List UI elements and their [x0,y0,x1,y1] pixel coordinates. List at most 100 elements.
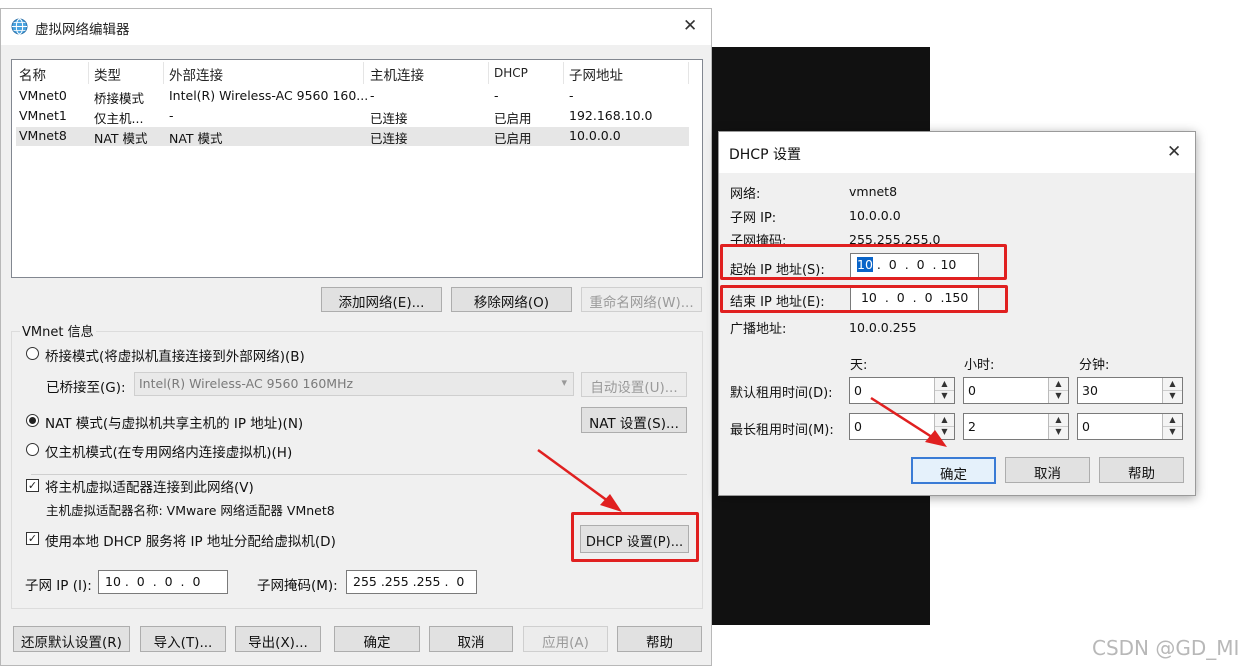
remove-network-button[interactable]: 移除网络(O) [451,287,572,312]
bridged-to-label: 已桥接至(G): [46,380,126,396]
network-label: 网络: [730,187,761,202]
import-button[interactable]: 导入(T)... [140,626,226,652]
row-vmnet0-subnet: - [569,88,574,103]
col-divider [563,62,564,84]
col-header-subnet[interactable]: 子网地址 [569,64,623,84]
spin-value: 0 [1082,419,1090,434]
max-lease-minutes[interactable]: 0 ▲ ▼ [1077,413,1183,440]
subnet-mask-input[interactable]: 255 .255 .255 . 0 [346,570,477,594]
red-arrow-icon [537,448,622,512]
rename-network-button[interactable]: 重命名网络(W)... [581,287,702,312]
bridged-adapter-value: Intel(R) Wireless-AC 9560 160MHz [139,376,354,391]
spin-buttons: ▲ ▼ [1162,414,1182,439]
spin-down-icon[interactable]: ▼ [1163,426,1182,438]
spin-down-icon[interactable]: ▼ [1049,390,1068,402]
virtual-network-editor-window: 虚拟网络编辑器 ✕ 名称 类型 外部连接 主机连接 DHCP 子网地址 VMne… [0,8,712,666]
nat-settings-button[interactable]: NAT 设置(S)... [581,407,687,433]
col-header-dhcp[interactable]: DHCP [494,66,528,80]
default-lease-hours[interactable]: 0 ▲ ▼ [963,377,1069,404]
highlight-box [720,285,1008,313]
watermark: CSDN @GD_MI [1092,636,1240,660]
red-arrow-icon [870,396,947,447]
hours-header: 小时: [964,358,995,373]
restore-defaults-button[interactable]: 还原默认设置(R) [13,626,130,652]
row-vmnet8-name[interactable]: VMnet8 [19,128,67,143]
col-divider [363,62,364,84]
col-header-external[interactable]: 外部连接 [169,64,223,84]
row-vmnet0-type: 桥接模式 [94,91,145,106]
subnet-mask-label: 子网掩码(M): [257,578,338,594]
row-vmnet8-subnet: 10.0.0.0 [569,128,621,143]
network-list[interactable]: 名称 类型 外部连接 主机连接 DHCP 子网地址 VMnet0 桥接模式 In… [11,59,703,278]
row-vmnet8-type: NAT 模式 [94,131,148,146]
title-bar: 虚拟网络编辑器 ✕ [1,9,711,45]
dhcp-cancel-button[interactable]: 取消 [1005,457,1090,483]
dialog-title-bar: DHCP 设置 ✕ [719,132,1195,173]
col-header-name[interactable]: 名称 [19,64,46,84]
col-divider [488,62,489,84]
row-vmnet8-dhcp: 已启用 [494,131,532,146]
auto-settings-button[interactable]: 自动设置(U)... [581,372,687,397]
spin-down-icon[interactable]: ▼ [1049,426,1068,438]
subnet-ip-input[interactable]: 10 . 0 . 0 . 0 [98,570,228,594]
dhcp-settings-dialog: DHCP 设置 ✕ 网络: vmnet8 子网 IP: 10.0.0.0 子网掩… [718,131,1196,496]
spin-value: 0 [854,383,862,398]
dhcp-help-button[interactable]: 帮助 [1099,457,1184,483]
connect-adapter-checkbox[interactable]: ✓ [26,479,39,492]
row-vmnet1-name[interactable]: VMnet1 [19,108,67,123]
spin-value: 2 [968,419,976,434]
row-vmnet8-host: 已连接 [370,131,408,146]
host-only-radio[interactable] [26,443,39,456]
bridge-mode-label[interactable]: 桥接模式(将虚拟机直接连接到外部网络)(B) [45,345,305,365]
use-dhcp-label[interactable]: 使用本地 DHCP 服务将 IP 地址分配给虚拟机(D) [45,530,336,550]
col-divider [163,62,164,84]
row-vmnet1-external: - [169,108,174,123]
export-button[interactable]: 导出(X)... [235,626,321,652]
row-vmnet1-dhcp: 已启用 [494,111,532,126]
days-header: 天: [850,358,868,373]
col-divider [688,62,689,84]
bridged-adapter-select[interactable]: Intel(R) Wireless-AC 9560 160MHz ▾ [134,372,574,396]
add-network-button[interactable]: 添加网络(E)... [321,287,442,312]
row-vmnet1-subnet: 192.168.10.0 [569,108,653,123]
dhcp-ok-button[interactable]: 确定 [911,457,996,484]
spin-value: 0 [968,383,976,398]
nat-mode-label[interactable]: NAT 模式(与虚拟机共享主机的 IP 地址)(N) [45,412,303,432]
col-header-type[interactable]: 类型 [94,64,121,84]
chevron-down-icon: ▾ [561,376,567,389]
close-icon[interactable]: ✕ [683,17,697,35]
minutes-header: 分钟: [1079,358,1110,373]
subnet-ip-value: 10.0.0.0 [849,208,901,223]
row-vmnet0-host: - [370,88,375,103]
spin-buttons: ▲ ▼ [1048,378,1068,403]
adapter-name-text: 主机虚拟适配器名称: VMware 网络适配器 VMnet8 [46,503,335,518]
apply-button[interactable]: 应用(A) [523,626,608,652]
default-lease-minutes[interactable]: 30 ▲ ▼ [1077,377,1183,404]
max-lease-hours[interactable]: 2 ▲ ▼ [963,413,1069,440]
default-lease-label: 默认租用时间(D): [730,386,833,401]
connect-adapter-label[interactable]: 将主机虚拟适配器连接到此网络(V) [45,476,254,496]
window-title: 虚拟网络编辑器 [35,22,130,38]
spin-value: 30 [1082,383,1098,398]
row-vmnet0-name[interactable]: VMnet0 [19,88,67,103]
row-vmnet8-external: NAT 模式 [169,131,223,146]
host-only-label[interactable]: 仅主机模式(在专用网络内连接虚拟机)(H) [45,441,292,461]
network-value: vmnet8 [849,184,898,199]
vmnet-info-title: VMnet 信息 [20,321,96,340]
dialog-title: DHCP 设置 [729,147,801,163]
bridge-mode-radio[interactable] [26,347,39,360]
row-vmnet0-external: Intel(R) Wireless-AC 9560 160... [169,88,369,103]
row-vmnet1-host: 已连接 [370,111,408,126]
help-button[interactable]: 帮助 [617,626,702,652]
close-icon[interactable]: ✕ [1167,143,1181,161]
cancel-button[interactable]: 取消 [429,626,513,652]
subnet-ip-label: 子网 IP (I): [25,578,92,594]
highlight-box [720,244,1007,280]
row-vmnet1-type: 仅主机... [94,111,144,126]
ok-button[interactable]: 确定 [334,626,420,652]
broadcast-value: 10.0.0.255 [849,320,917,335]
use-dhcp-checkbox[interactable]: ✓ [26,532,39,545]
spin-down-icon[interactable]: ▼ [1163,390,1182,402]
col-header-host[interactable]: 主机连接 [370,64,424,84]
nat-mode-radio[interactable] [26,414,39,427]
